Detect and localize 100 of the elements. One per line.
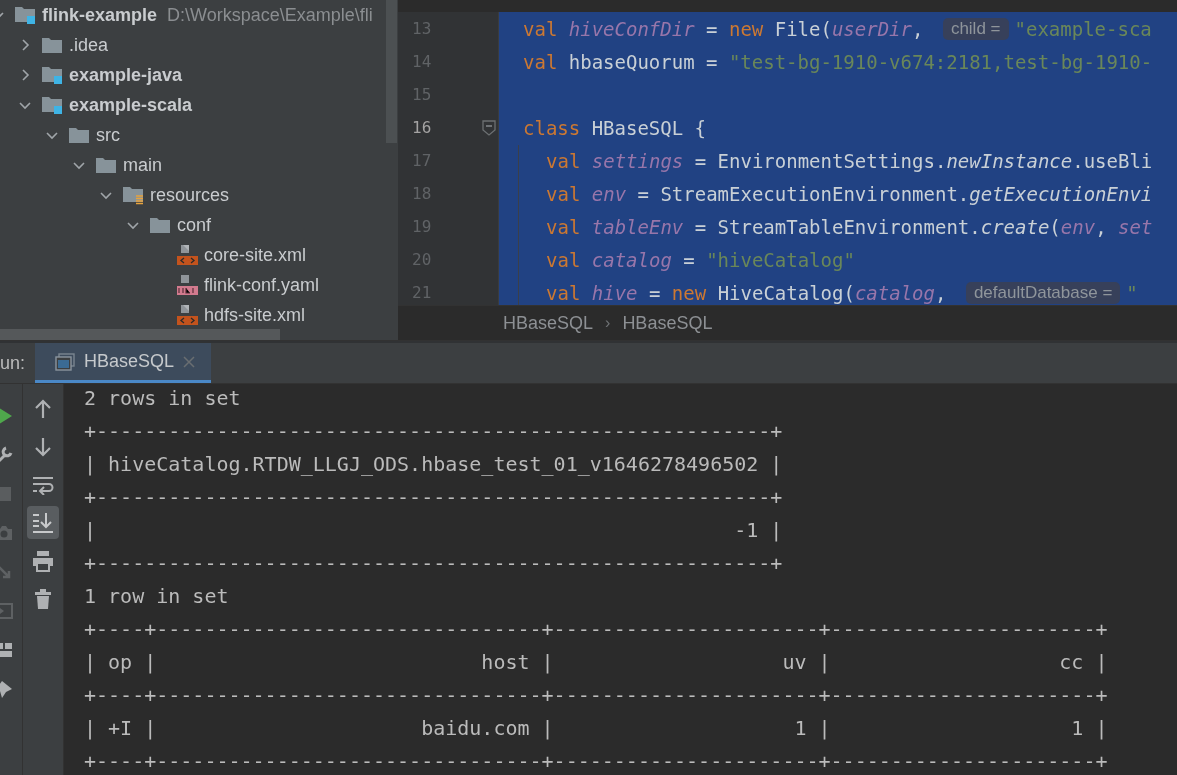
code-text: = <box>647 281 662 304</box>
module-folder-icon <box>41 65 63 85</box>
collapse-chevron-icon[interactable] <box>73 159 85 171</box>
expand-chevron-icon[interactable] <box>19 39 31 51</box>
breadcrumb-separator: › <box>605 314 611 332</box>
code-text: , <box>935 281 948 304</box>
console-line: 2 rows in set <box>84 385 242 412</box>
parameter-hint: child = <box>942 17 1009 40</box>
breadcrumb[interactable]: HBaseSQL <box>622 312 713 334</box>
keyword: val <box>546 281 582 304</box>
folder-icon <box>149 216 171 234</box>
tree-item[interactable]: main <box>123 154 162 176</box>
xml-file-icon <box>176 304 198 326</box>
tree-item[interactable]: src <box>96 124 120 146</box>
scrollbar-thumb[interactable] <box>386 0 397 143</box>
collapse-chevron-icon[interactable] <box>46 129 58 141</box>
console-line: | +I | baidu.com | 1 | 1 | <box>84 715 1109 742</box>
console-line: +----+--------------------------------+----------------------+----------------------+ <box>84 748 1109 775</box>
up-arrow-icon[interactable] <box>33 397 53 420</box>
code-text: = EnvironmentSettings. <box>693 149 947 172</box>
down-arrow-icon[interactable] <box>33 435 53 458</box>
printer-icon[interactable] <box>32 549 54 572</box>
code-text: HiveCatalog( <box>716 281 855 304</box>
variable: hive <box>591 281 638 304</box>
code-text: , <box>1095 215 1108 238</box>
keyword: val <box>546 149 582 172</box>
keyword: class <box>523 116 581 139</box>
console-line: 1 row in set <box>84 583 230 610</box>
breadcrumb[interactable]: HBaseSQL <box>503 312 594 334</box>
console-line: | hiveCatalog.RTDW_LLGJ_ODS.hbase_test_01_v1646278496502 | <box>84 451 784 478</box>
tree-item[interactable]: .idea <box>69 34 109 56</box>
code-text: hbaseQuorum = <box>567 50 719 73</box>
module-folder-icon <box>41 95 63 115</box>
code-text: = StreamTableEnvironment. <box>693 215 981 238</box>
tree-item[interactable]: example-java <box>69 64 183 86</box>
console-line: +----+--------------------------------+----------------------+----------------------+ <box>84 682 1109 709</box>
variable: catalog <box>854 281 935 304</box>
scroll-to-end-icon[interactable] <box>32 511 54 534</box>
line-number: 16 <box>411 118 432 137</box>
keyword: val <box>523 50 558 73</box>
resources-folder-icon <box>122 185 144 205</box>
method-name: getExecutionEnvi <box>969 182 1153 205</box>
tree-item[interactable]: hdfs-site.xml <box>204 304 306 326</box>
variable: env <box>591 182 627 205</box>
variable: tableEnv <box>591 215 684 238</box>
console-line: | -1 | <box>84 517 784 544</box>
keyword: val <box>523 17 559 40</box>
console-icon <box>55 352 75 371</box>
method-name: newInstance <box>946 149 1073 172</box>
fold-marker-icon[interactable] <box>482 119 496 136</box>
code-text: File( <box>773 17 832 40</box>
string-literal: "example-sca <box>1014 17 1152 40</box>
scrollbar-thumb[interactable] <box>0 329 280 340</box>
panel-title: un: <box>0 352 27 374</box>
folder-icon <box>95 156 117 174</box>
folder-icon <box>68 126 90 144</box>
keyword: new <box>671 281 707 304</box>
tree-item[interactable]: resources <box>150 184 230 206</box>
variable: catalog <box>591 248 672 271</box>
keyword: val <box>546 182 582 205</box>
code-text: .useBli <box>1072 149 1153 172</box>
code-text: ( <box>1049 215 1061 238</box>
string-literal: "test-bg-1910-v674:2181,test-bg-1910- <box>728 50 1153 73</box>
keyword: val <box>546 248 582 271</box>
folder-icon <box>41 36 63 54</box>
variable: settings <box>591 149 684 172</box>
run-tab[interactable]: HBaseSQL <box>35 343 212 383</box>
variable: env <box>1060 215 1096 238</box>
console-line: +--------------------------------------------------------+ <box>84 550 784 577</box>
variable: userDir <box>831 17 912 40</box>
console-line: +--------------------------------------------------------+ <box>84 418 784 445</box>
xml-file-icon <box>176 244 198 266</box>
tree-item[interactable]: core-site.xml <box>204 244 306 266</box>
method-name: create <box>980 215 1050 238</box>
code-text: HBaseSQL { <box>590 116 707 139</box>
tree-item[interactable]: flink-conf.yaml <box>204 274 320 296</box>
keyword: new <box>728 17 764 40</box>
console-line: +----+--------------------------------+----------------------+----------------------+ <box>84 616 1109 643</box>
keyword: val <box>546 215 582 238</box>
code-text: = <box>705 17 719 40</box>
trash-icon[interactable] <box>33 587 53 610</box>
collapse-chevron-icon[interactable] <box>127 219 139 231</box>
yaml-file-icon <box>176 274 198 296</box>
collapse-chevron-icon[interactable] <box>19 99 31 111</box>
code-text: = StreamExecutionEnvironment. <box>636 182 970 205</box>
expand-chevron-icon[interactable] <box>19 69 31 81</box>
tree-item[interactable]: flink-example <box>42 4 158 26</box>
string-literal: "hiveCatalog" <box>706 248 855 271</box>
soft-wrap-icon[interactable] <box>32 474 54 495</box>
tree-item[interactable]: example-scala <box>69 94 193 116</box>
code-text: , <box>912 17 925 40</box>
string-literal: " <box>1126 281 1138 304</box>
parameter-hint: defaultDatabase = <box>965 281 1121 304</box>
variable: set <box>1118 215 1153 238</box>
collapse-chevron-icon[interactable] <box>100 189 112 201</box>
module-folder-icon <box>14 5 36 25</box>
pin-icon[interactable] <box>0 678 14 699</box>
variable: hiveConfDir <box>568 17 695 40</box>
wrench-icon[interactable] <box>0 444 14 465</box>
tree-item[interactable]: conf <box>177 214 212 236</box>
